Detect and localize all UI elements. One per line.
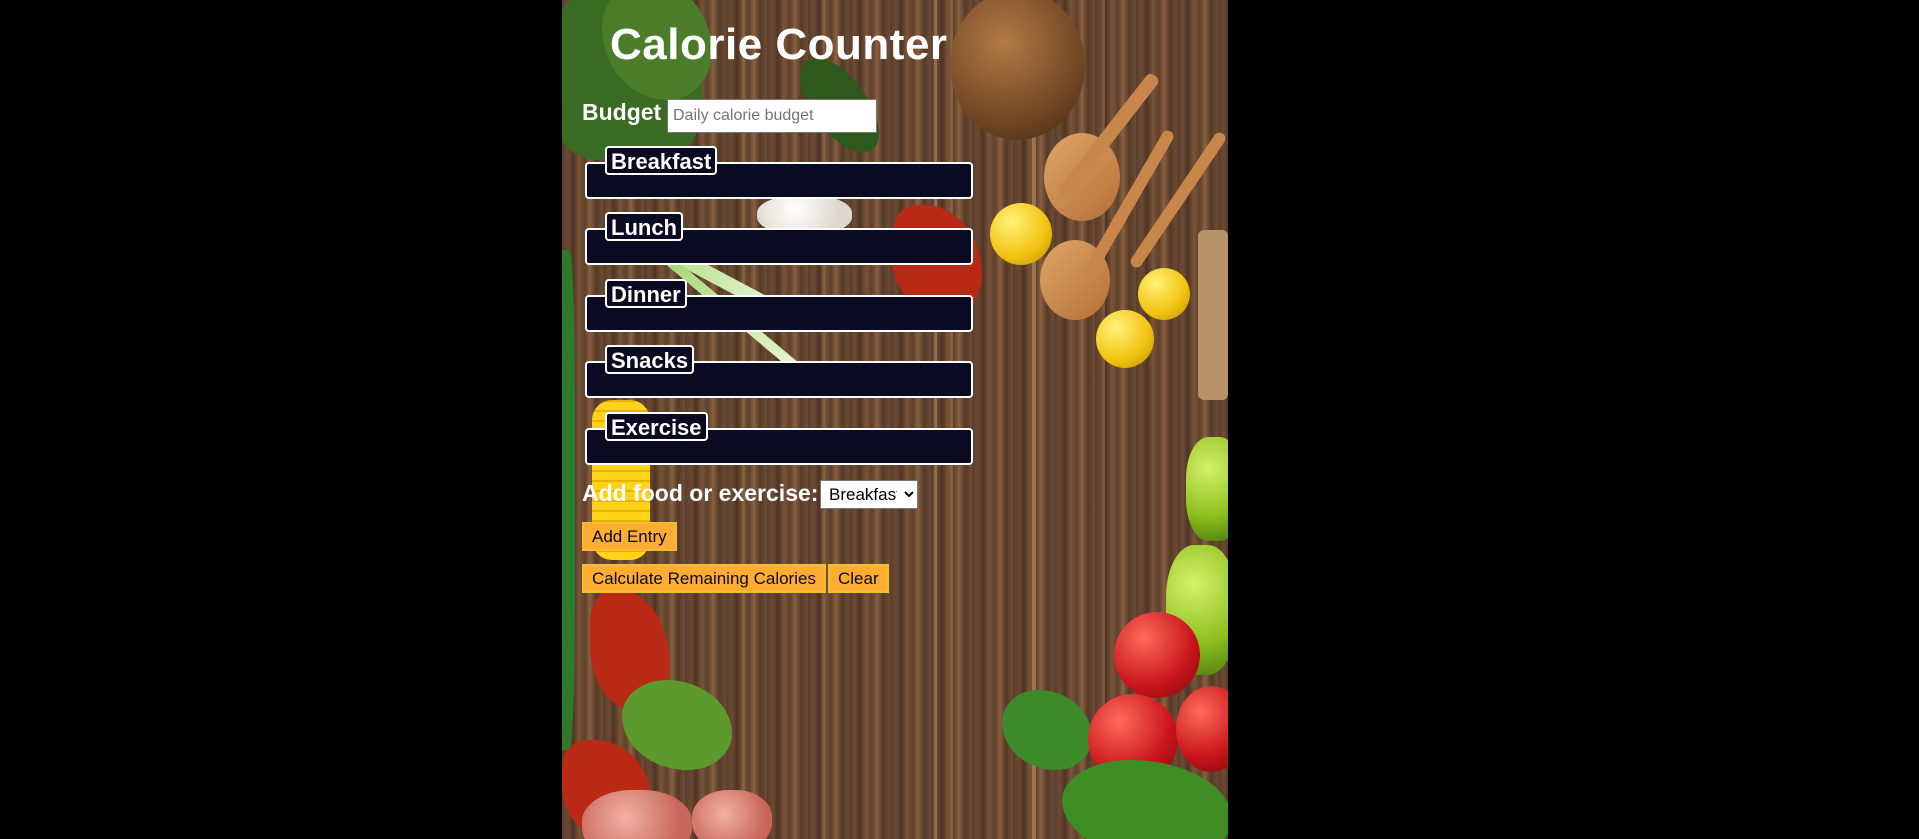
page-title: Calorie Counter (610, 20, 948, 69)
page: Calorie Counter Budget Breakfast Lunch D… (0, 0, 1919, 839)
add-entry-button[interactable]: Add Entry (582, 522, 677, 551)
fieldset-snacks: Snacks (585, 345, 973, 398)
fieldset-exercise: Exercise (585, 412, 973, 465)
calculate-button[interactable]: Calculate Remaining Calories (582, 564, 826, 593)
entry-dropdown-label: Add food or exercise: (582, 480, 819, 506)
fieldset-dinner: Dinner (585, 279, 973, 332)
clear-button[interactable]: Clear (828, 564, 889, 593)
fieldset-legend-breakfast: Breakfast (605, 146, 718, 175)
entry-dropdown[interactable]: Breakfast (820, 480, 918, 509)
budget-label: Budget (582, 99, 662, 125)
fieldset-legend-exercise: Exercise (605, 412, 708, 441)
app-container: Calorie Counter Budget Breakfast Lunch D… (562, 0, 1228, 839)
fieldset-breakfast: Breakfast (585, 146, 973, 199)
fieldset-legend-dinner: Dinner (605, 279, 687, 308)
fieldset-legend-lunch: Lunch (605, 212, 683, 241)
budget-input[interactable] (667, 99, 877, 133)
fieldset-legend-snacks: Snacks (605, 345, 695, 374)
fieldset-lunch: Lunch (585, 212, 973, 265)
